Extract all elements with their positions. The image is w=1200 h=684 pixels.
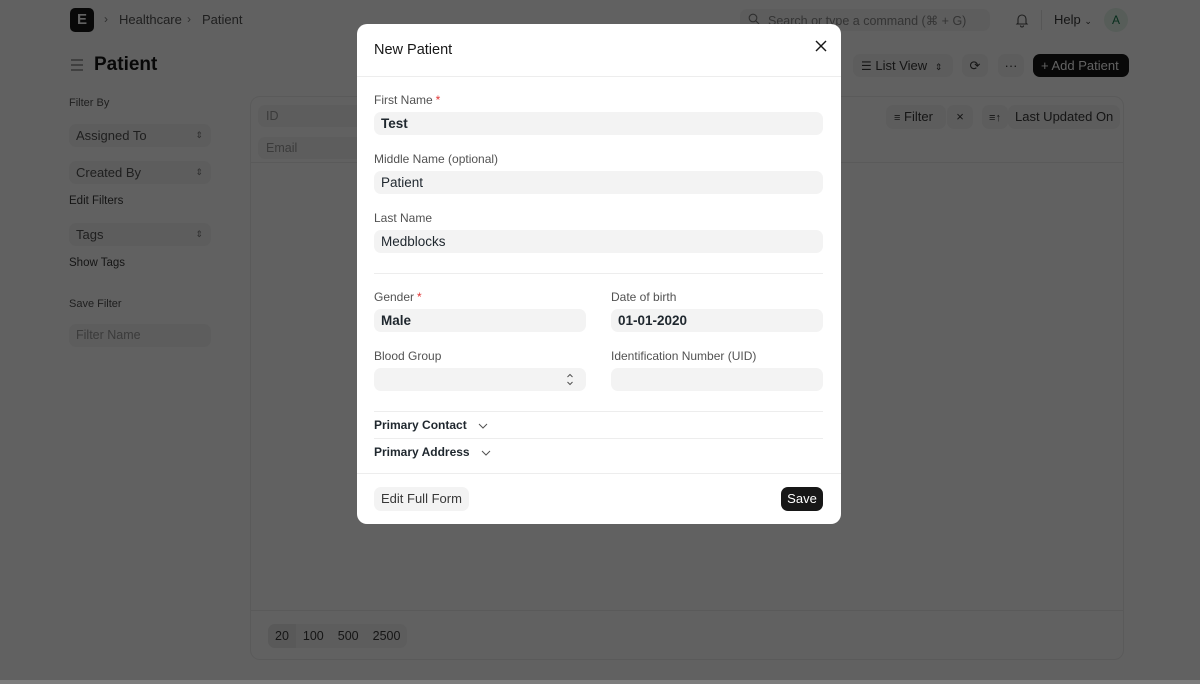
gender-input[interactable]: Male (374, 309, 586, 332)
chevron-down-icon (481, 450, 491, 456)
save-button[interactable]: Save (781, 487, 823, 511)
window-bottom-edge (0, 680, 1200, 684)
close-icon[interactable] (813, 38, 829, 54)
dialog-title: New Patient (374, 42, 453, 58)
divider (357, 473, 841, 474)
uid-label: Identification Number (UID) (611, 349, 757, 363)
first-name-input[interactable]: Test (374, 112, 823, 135)
divider (357, 76, 841, 77)
primary-contact-section[interactable]: Primary Contact (374, 418, 488, 432)
divider (374, 411, 823, 412)
uid-input[interactable] (611, 368, 823, 391)
new-patient-dialog: New Patient First Name * Test Middle Name… (357, 24, 841, 524)
blood-group-label: Blood Group (374, 349, 442, 363)
divider (374, 273, 823, 274)
updown-icon (567, 373, 573, 386)
middle-name-label: Middle Name (optional) (374, 152, 499, 166)
dob-label: Date of birth (611, 290, 677, 304)
last-name-input[interactable]: Medblocks (374, 230, 823, 253)
dob-input[interactable]: 01-01-2020 (611, 309, 823, 332)
primary-address-section[interactable]: Primary Address (374, 445, 491, 459)
middle-name-input[interactable]: Patient (374, 171, 823, 194)
chevron-down-icon (478, 423, 488, 429)
first-name-label: First Name * (374, 93, 441, 107)
divider (374, 438, 823, 439)
gender-label: Gender * (374, 290, 422, 304)
last-name-label: Last Name (374, 211, 433, 225)
blood-group-select[interactable] (374, 368, 586, 391)
edit-full-form-button[interactable]: Edit Full Form (374, 487, 469, 511)
